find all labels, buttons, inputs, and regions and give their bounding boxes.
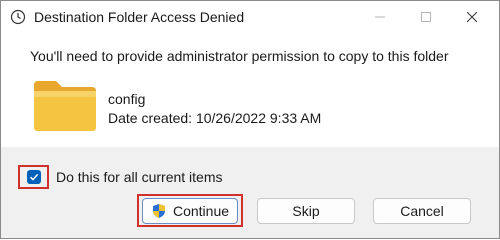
close-button[interactable] (449, 1, 495, 33)
minimize-button[interactable] (357, 1, 403, 33)
maximize-button[interactable] (403, 1, 449, 33)
skip-button[interactable]: Skip (257, 198, 355, 224)
continue-button[interactable]: Continue (142, 198, 238, 224)
close-icon (467, 12, 477, 22)
dialog-footer (1, 147, 499, 238)
apply-all-checkbox[interactable] (27, 170, 41, 184)
maximize-icon (421, 12, 431, 22)
title-bar: Destination Folder Access Denied (1, 1, 499, 33)
uac-shield-icon (152, 204, 165, 218)
cancel-button[interactable]: Cancel (373, 198, 471, 224)
checkmark-icon (29, 173, 39, 181)
clock-icon (10, 9, 26, 25)
item-name: config (108, 91, 146, 107)
window-title: Destination Folder Access Denied (34, 9, 245, 25)
apply-all-highlight (18, 165, 49, 189)
minimize-icon (375, 16, 385, 18)
item-date-created: Date created: 10/26/2022 9:33 AM (108, 110, 322, 126)
permission-message: You'll need to provide administrator per… (30, 48, 449, 64)
apply-all-label[interactable]: Do this for all current items (56, 169, 223, 185)
continue-label: Continue (172, 203, 230, 219)
dialog-window: Destination Folder Access Denied You'll … (0, 0, 500, 239)
folder-icon (34, 81, 96, 131)
